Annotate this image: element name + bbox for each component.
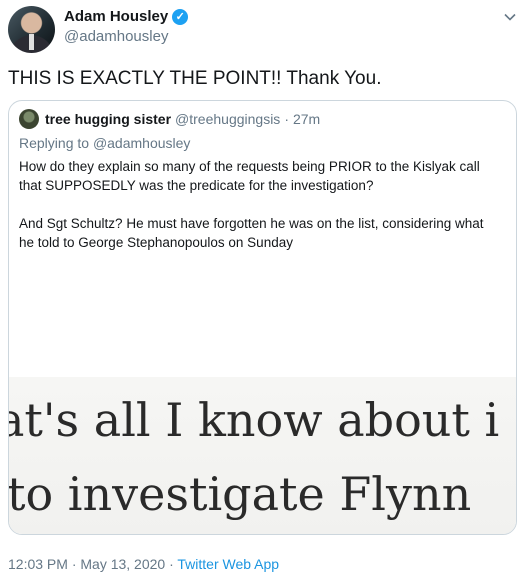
tweet-footer: 12:03 PM · May 13, 2020 · Twitter Web Ap… [8,556,279,572]
quoted-separator: · [284,111,289,127]
tweet-timestamp[interactable]: 12:03 PM · May 13, 2020 · [8,556,177,572]
quoted-avatar [19,109,39,129]
tweet: Adam Housley ✓ @adamhousley THIS IS EXAC… [0,0,529,578]
verified-badge-icon: ✓ [172,8,189,25]
quoted-paragraph-1: How do they explain so many of the reque… [19,159,480,193]
quoted-handle: @treehuggingsis [175,111,281,127]
quoted-body: How do they explain so many of the reque… [19,157,499,271]
quoted-paragraph-2: And Sgt Schultz? He must have forgotten … [19,216,484,250]
author-handle[interactable]: @adamhousley [64,28,168,45]
replying-to-mention[interactable]: @adamhousley [93,135,191,151]
quoted-media-image[interactable]: at's all I know about i to investigate F… [9,377,516,534]
image-text-line-1: at's all I know about i [9,393,500,447]
author-name-row: Adam Housley ✓ [64,8,189,25]
avatar-tie-detail [29,34,34,50]
author-avatar[interactable] [8,6,55,53]
image-text-line-2: to investigate Flynn [9,467,472,521]
chevron-down-icon[interactable] [503,10,517,24]
author-display-name[interactable]: Adam Housley [64,8,168,25]
quoted-time: 27m [292,111,321,127]
tweet-source-link[interactable]: Twitter Web App [177,556,279,572]
quoted-tweet[interactable]: tree hugging sister @treehuggingsis · 27… [8,100,517,535]
quoted-display-name: tree hugging sister [45,111,172,127]
replying-to-label: Replying to [19,135,90,151]
tweet-text: THIS IS EXACTLY THE POINT!! Thank You. [8,68,382,89]
quoted-header: tree hugging sister @treehuggingsis · 27… [19,109,320,129]
replying-to: Replying to @adamhousley [19,135,190,151]
